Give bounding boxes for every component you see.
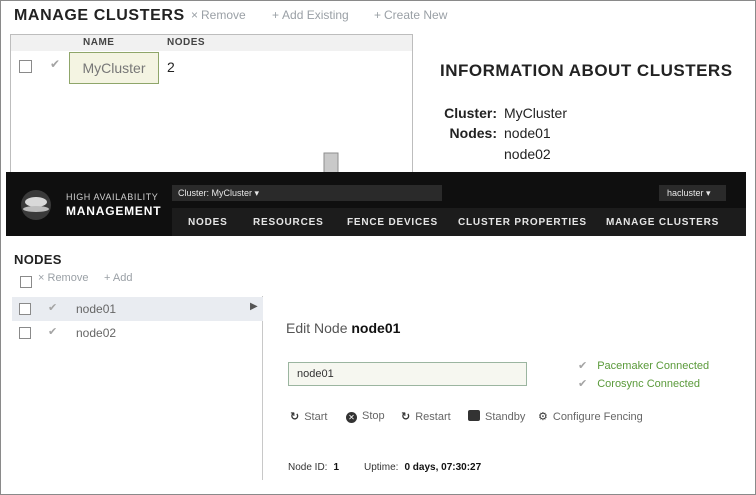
- check-icon: ✔: [48, 326, 58, 338]
- info-node-item: node02: [504, 146, 551, 162]
- start-button[interactable]: ↻ Start: [290, 410, 327, 423]
- nav-cluster-properties[interactable]: CLUSTER PROPERTIES: [458, 217, 587, 228]
- check-icon: ✔: [50, 57, 61, 71]
- uptime-info: Uptime: 0 days, 07:30:27: [364, 462, 482, 473]
- node-name: node01: [76, 302, 117, 316]
- standby-icon: [468, 410, 480, 421]
- stop-icon: ✕: [346, 412, 357, 423]
- nav-manage-clusters[interactable]: MANAGE CLUSTERS: [606, 217, 719, 228]
- select-all-checkbox[interactable]: [20, 276, 32, 288]
- remove-icon: ×: [38, 272, 45, 284]
- add-node-button[interactable]: + Add: [104, 272, 132, 284]
- brand-line1: HIGH AVAILABILITY: [66, 192, 159, 202]
- info-title: INFORMATION ABOUT CLUSTERS: [440, 61, 733, 80]
- nodes-label: Nodes:: [449, 125, 497, 141]
- node-name: node02: [76, 326, 117, 340]
- create-new-button[interactable]: + Create New: [374, 8, 447, 22]
- remove-cluster-button[interactable]: × Remove: [191, 8, 246, 22]
- restart-button[interactable]: ↻ Restart: [401, 410, 451, 423]
- refresh-icon: ↻: [290, 411, 300, 423]
- column-header-nodes: NODES: [167, 37, 206, 48]
- node-list: ✔ node01 ▶ ✔ node02: [12, 296, 263, 480]
- nodes-title: NODES: [14, 252, 62, 267]
- nav-fence-devices[interactable]: FENCE DEVICES: [347, 217, 438, 228]
- caret-right-icon: ▶: [250, 301, 258, 312]
- node-list-item[interactable]: ✔ node02: [12, 321, 263, 345]
- nav-nodes[interactable]: NODES: [188, 217, 228, 228]
- cluster-info-panel: INFORMATION ABOUT CLUSTERS Cluster: MyCl…: [413, 34, 751, 176]
- cluster-select[interactable]: Cluster: MyCluster ▾: [172, 185, 442, 201]
- add-existing-button[interactable]: + Add Existing: [272, 8, 349, 22]
- cluster-row-checkbox[interactable]: [19, 60, 32, 73]
- brand-line2: MANAGEMENT: [66, 204, 162, 218]
- node-name-field[interactable]: [288, 362, 527, 386]
- check-icon: ✔: [48, 302, 58, 314]
- node-list-item[interactable]: ✔ node01 ▶: [12, 297, 263, 321]
- user-menu[interactable]: hacluster ▾: [659, 185, 726, 201]
- stop-button[interactable]: ✕ Stop: [346, 410, 385, 423]
- app-header: HIGH AVAILABILITY MANAGEMENT Cluster: My…: [6, 172, 746, 236]
- cluster-value: MyCluster: [504, 105, 568, 121]
- plus-icon: +: [374, 8, 382, 22]
- corosync-status: ✔ Corosync Connected: [578, 378, 700, 390]
- main-nav: NODES RESOURCES FENCE DEVICES CLUSTER PR…: [172, 208, 746, 236]
- cluster-label: Cluster:: [444, 105, 497, 121]
- remove-node-button[interactable]: × Remove: [38, 272, 88, 284]
- node-id-info: Node ID: 1: [288, 462, 340, 473]
- remove-icon: ×: [191, 8, 199, 22]
- plus-icon: +: [272, 8, 280, 22]
- info-node-item: node01: [504, 125, 551, 141]
- check-icon: ✔: [578, 378, 588, 390]
- cluster-node-count: 2: [167, 59, 175, 75]
- pacemaker-status: ✔ Pacemaker Connected: [578, 360, 710, 372]
- manage-clusters-title: MANAGE CLUSTERS: [14, 7, 185, 24]
- node-checkbox[interactable]: [19, 303, 31, 315]
- cluster-table: NAME NODES ✔ MyCluster 2: [10, 34, 413, 176]
- nav-resources[interactable]: RESOURCES: [253, 217, 324, 228]
- refresh-icon: ↻: [401, 411, 411, 423]
- edit-node-title: Edit Node node01: [286, 320, 401, 336]
- shadowman-logo-icon: [21, 190, 51, 220]
- node-checkbox[interactable]: [19, 327, 31, 339]
- standby-button[interactable]: Standby: [468, 410, 525, 423]
- configure-fencing-button[interactable]: ⚙ Configure Fencing: [538, 410, 643, 423]
- column-header-name: NAME: [83, 37, 115, 48]
- cluster-table-header: NAME NODES: [11, 35, 412, 51]
- cluster-name-cell[interactable]: MyCluster: [69, 52, 159, 84]
- plus-icon: +: [104, 272, 111, 284]
- check-icon: ✔: [578, 360, 588, 372]
- gear-icon: ⚙: [538, 411, 548, 423]
